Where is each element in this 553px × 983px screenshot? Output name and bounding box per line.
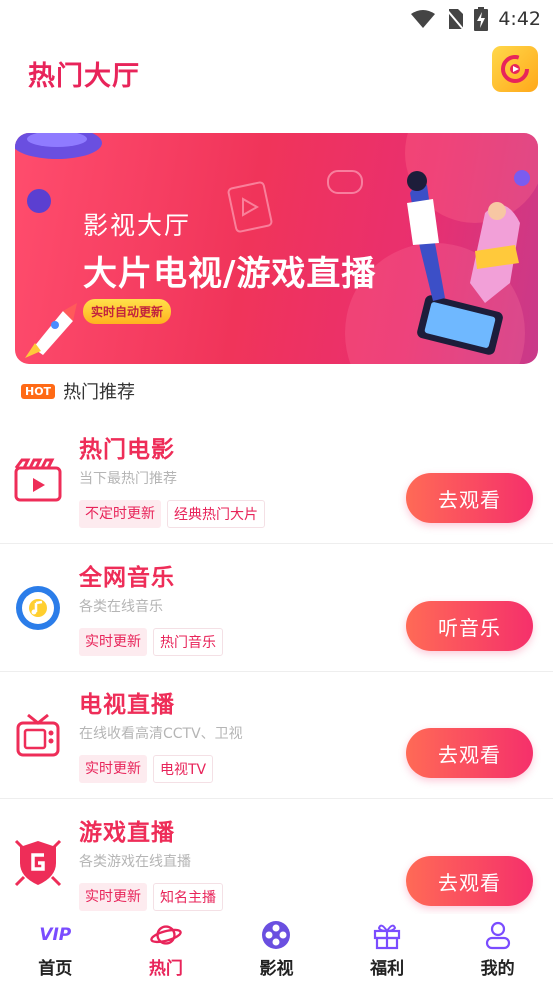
tag: 实时更新 (79, 755, 147, 783)
movie-clapper-icon (14, 456, 62, 504)
tag: 知名主播 (153, 883, 223, 911)
nav-label: 福利 (370, 959, 405, 979)
nav-label: 我的 (480, 959, 515, 979)
vip-icon-text: VIP (39, 925, 72, 945)
banner-subtitle: 影视大厅 (83, 211, 192, 240)
page-title: 热门大厅 (28, 61, 140, 92)
list-item-music[interactable]: 全网音乐 各类在线音乐 实时更新 热门音乐 听音乐 (0, 544, 553, 672)
game-shield-icon (14, 839, 62, 887)
watch-button[interactable]: 去观看 (406, 728, 533, 778)
user-icon (482, 920, 514, 950)
battery-charging-icon (474, 7, 489, 31)
item-description: 当下最热门推荐 (79, 471, 177, 487)
item-tags: 实时更新 知名主播 (79, 883, 223, 911)
tag: 热门音乐 (153, 628, 223, 656)
nav-label: 热门 (148, 959, 183, 979)
planet-icon (150, 920, 182, 950)
app-header: 热门大厅 (0, 38, 553, 106)
item-description: 各类在线音乐 (79, 599, 163, 615)
gift-icon (371, 920, 403, 950)
nav-item-home[interactable]: VIP 首页 (0, 914, 111, 983)
tv-icon (14, 711, 62, 759)
item-tags: 实时更新 电视TV (79, 755, 214, 783)
section-header: HOT 热门推荐 (21, 378, 135, 404)
item-tags: 不定时更新 经典热门大片 (79, 500, 265, 528)
app-logo-icon[interactable] (492, 46, 538, 92)
banner-title: 大片电视/游戏直播 (83, 254, 377, 294)
tag: 实时更新 (79, 883, 147, 911)
bottom-navigation: VIP 首页 热门 影视 福利 我的 (0, 914, 553, 983)
music-disc-icon (14, 584, 62, 632)
nav-label: 首页 (38, 959, 73, 979)
item-tags: 实时更新 热门音乐 (79, 628, 223, 656)
no-sim-icon (446, 9, 465, 30)
status-icons: 4:42 (410, 6, 541, 32)
tag: 实时更新 (79, 628, 147, 656)
tag: 不定时更新 (79, 500, 161, 528)
watch-button[interactable]: 去观看 (406, 856, 533, 906)
item-description: 在线收看高清CCTV、卫视 (79, 726, 243, 742)
item-title: 热门电影 (79, 437, 175, 463)
nav-label: 影视 (259, 959, 294, 979)
item-title: 游戏直播 (79, 820, 175, 846)
item-description: 各类游戏在线直播 (79, 854, 191, 870)
status-bar: 4:42 (0, 0, 553, 38)
status-time: 4:42 (498, 8, 541, 30)
promo-banner[interactable]: 影视大厅 大片电视/游戏直播 实时自动更新 (15, 133, 538, 364)
film-reel-icon (260, 920, 292, 950)
hot-badge: HOT (21, 383, 56, 399)
item-title: 全网音乐 (79, 565, 175, 591)
item-title: 电视直播 (79, 692, 175, 718)
banner-badge: 实时自动更新 (83, 299, 172, 324)
nav-item-welfare[interactable]: 福利 (332, 914, 443, 983)
list-item-games[interactable]: 游戏直播 各类游戏在线直播 实时更新 知名主播 去观看 (0, 799, 553, 927)
nav-item-profile[interactable]: 我的 (442, 914, 553, 983)
tag: 电视TV (153, 755, 214, 783)
list-item-tv[interactable]: 电视直播 在线收看高清CCTV、卫视 实时更新 电视TV 去观看 (0, 671, 553, 799)
section-title: 热门推荐 (63, 382, 136, 403)
nav-item-video[interactable]: 影视 (221, 914, 332, 983)
tag: 经典热门大片 (167, 500, 265, 528)
nav-item-hot[interactable]: 热门 (111, 914, 222, 983)
listen-button[interactable]: 听音乐 (406, 601, 533, 651)
wifi-icon (411, 10, 436, 28)
watch-button[interactable]: 去观看 (406, 473, 533, 523)
vip-icon: VIP (39, 920, 71, 950)
list-item-movies[interactable]: 热门电影 当下最热门推荐 不定时更新 经典热门大片 去观看 (0, 416, 553, 544)
